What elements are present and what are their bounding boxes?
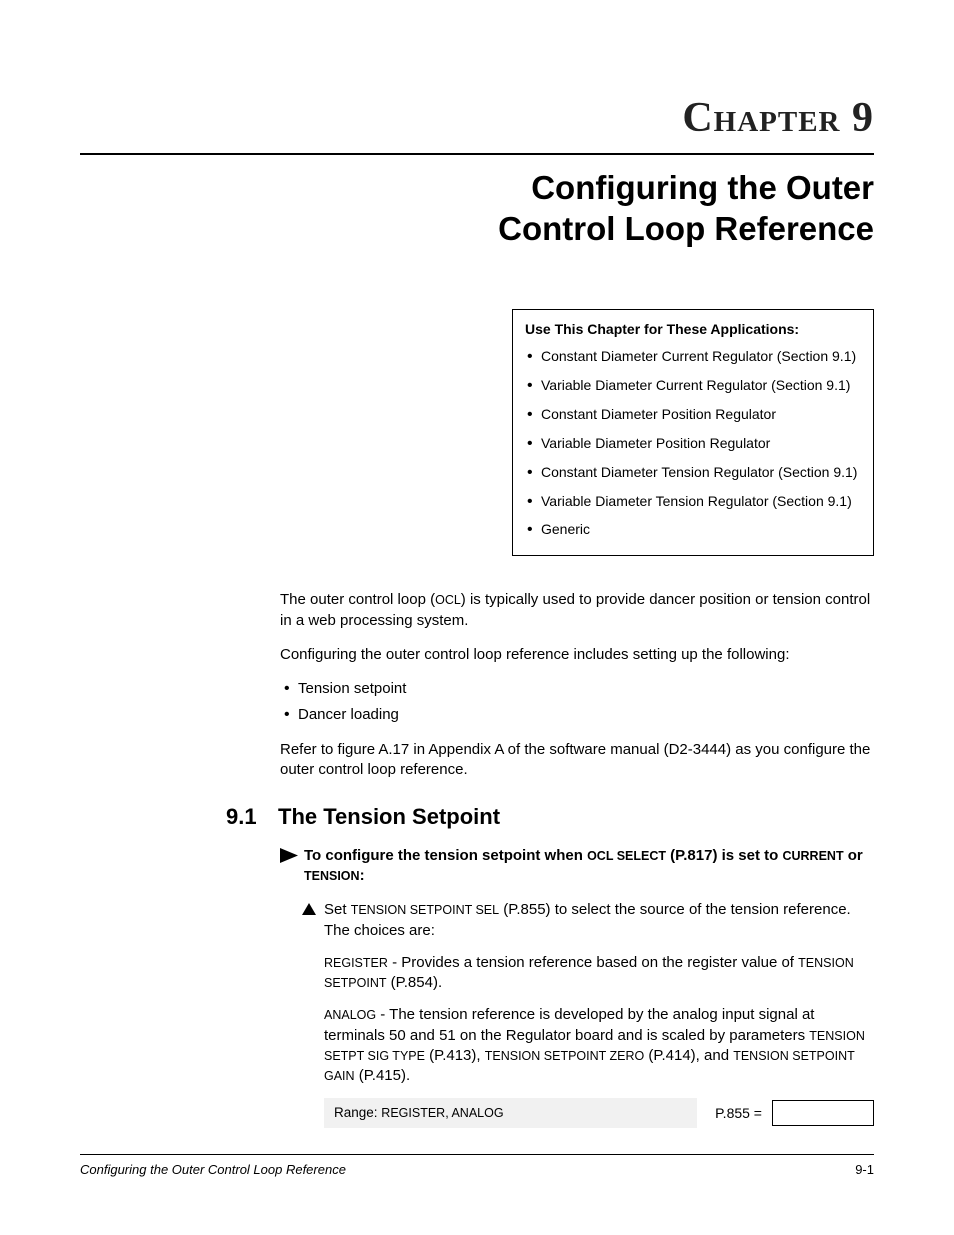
intro-block: The outer control loop (OCL) is typicall…	[280, 590, 874, 780]
range-value: REGISTER, ANALOG	[381, 1106, 503, 1120]
list-item: Variable Diameter Position Regulator	[525, 434, 861, 453]
chapter-title: Configuring the Outer Control Loop Refer…	[80, 167, 874, 250]
param-input-box[interactable]	[772, 1100, 874, 1126]
section-number: 9.1	[226, 802, 278, 832]
page: Chapter 9 Configuring the Outer Control …	[0, 0, 954, 1235]
intro-para-1: The outer control loop (OCL) is typicall…	[280, 590, 874, 631]
param-equals-label: P.855 =	[697, 1104, 772, 1123]
range-label: Range:	[334, 1105, 381, 1120]
applications-list: Constant Diameter Current Regulator (Sec…	[525, 347, 861, 539]
footer-title: Configuring the Outer Control Loop Refer…	[80, 1161, 346, 1179]
intro-para-2: Configuring the outer control loop refer…	[280, 645, 874, 665]
chapter-title-line2: Control Loop Reference	[498, 210, 874, 247]
footer-page-number: 9-1	[855, 1161, 874, 1179]
chapter-rule	[80, 153, 874, 155]
range-box: Range: REGISTER, ANALOG	[324, 1098, 697, 1128]
list-item: Dancer loading	[280, 705, 874, 725]
chapter-label: Chapter 9	[80, 90, 874, 147]
setup-list: Tension setpoint Dancer loading	[280, 679, 874, 726]
step-1-text: Set TENSION SETPOINT SEL (P.855) to sele…	[324, 900, 874, 941]
list-item: Constant Diameter Tension Regulator (Sec…	[525, 463, 861, 482]
chapter-number: 9	[852, 95, 874, 141]
intro-para-3: Refer to figure A.17 in Appendix A of th…	[280, 740, 874, 781]
applications-box-title: Use This Chapter for These Applications:	[525, 320, 861, 339]
list-item: Tension setpoint	[280, 679, 874, 699]
param-row: Range: REGISTER, ANALOG P.855 =	[324, 1098, 874, 1128]
choice-register: REGISTER - Provides a tension reference …	[324, 953, 874, 994]
config-lead-text: To configure the tension setpoint when O…	[304, 846, 874, 887]
step-1: Set TENSION SETPOINT SEL (P.855) to sele…	[302, 900, 874, 941]
page-footer: Configuring the Outer Control Loop Refer…	[80, 1154, 874, 1179]
list-item: Variable Diameter Tension Regulator (Sec…	[525, 492, 861, 511]
list-item: Constant Diameter Current Regulator (Sec…	[525, 347, 861, 366]
list-item: Variable Diameter Current Regulator (Sec…	[525, 376, 861, 395]
section-title: The Tension Setpoint	[278, 802, 500, 832]
list-item: Generic	[525, 520, 861, 539]
triangle-up-icon	[302, 903, 316, 915]
section-heading: 9.1 The Tension Setpoint	[80, 802, 874, 832]
chapter-title-line1: Configuring the Outer	[531, 169, 874, 206]
applications-box: Use This Chapter for These Applications:…	[512, 309, 874, 556]
list-item: Constant Diameter Position Regulator	[525, 405, 861, 424]
section-body: To configure the tension setpoint when O…	[280, 846, 874, 1129]
choice-analog: ANALOG - The tension reference is develo…	[324, 1005, 874, 1086]
chapter-word: Chapter	[682, 95, 840, 141]
triangle-right-icon	[280, 848, 298, 863]
config-lead: To configure the tension setpoint when O…	[280, 846, 874, 887]
